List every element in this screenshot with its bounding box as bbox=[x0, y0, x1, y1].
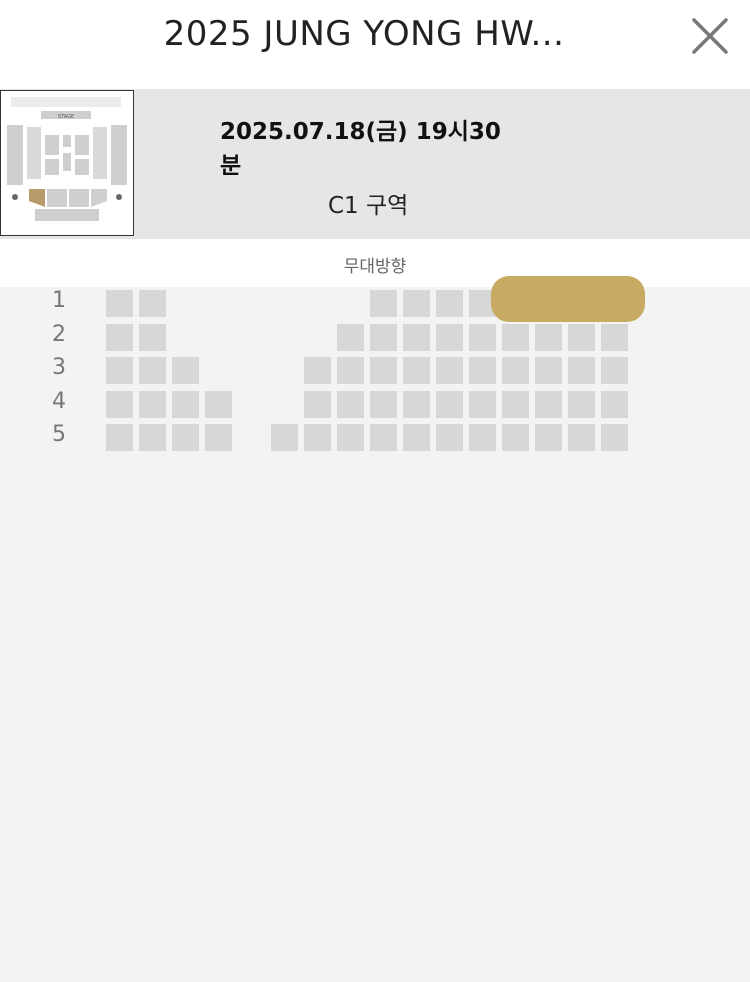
close-icon[interactable] bbox=[688, 14, 732, 58]
seat[interactable] bbox=[469, 323, 496, 351]
seat[interactable] bbox=[205, 390, 232, 418]
seat[interactable] bbox=[601, 424, 628, 451]
seat[interactable] bbox=[370, 323, 397, 351]
seat[interactable] bbox=[337, 323, 364, 351]
seat[interactable] bbox=[436, 357, 463, 384]
seat[interactable] bbox=[535, 424, 562, 451]
seat[interactable] bbox=[106, 357, 133, 384]
seat[interactable] bbox=[601, 323, 628, 351]
thumbnail-stage-label: STAGE bbox=[58, 114, 74, 120]
seat[interactable] bbox=[469, 357, 496, 384]
row-label: 2 bbox=[52, 321, 66, 347]
seatmap-thumbnail-graphic: STAGE bbox=[7, 97, 127, 221]
seat[interactable] bbox=[370, 390, 397, 418]
row-label: 3 bbox=[52, 355, 66, 380]
seat[interactable] bbox=[370, 290, 397, 317]
zone-label: C1 구역 bbox=[328, 193, 409, 219]
seat[interactable] bbox=[535, 357, 562, 384]
row-label: 1 bbox=[52, 288, 66, 313]
seat[interactable] bbox=[139, 290, 166, 317]
seat[interactable] bbox=[502, 357, 529, 384]
seat[interactable] bbox=[106, 323, 133, 351]
seat[interactable] bbox=[535, 323, 562, 351]
seat[interactable] bbox=[601, 357, 628, 384]
seat[interactable] bbox=[568, 424, 595, 451]
seat[interactable] bbox=[172, 424, 199, 451]
row-label: 4 bbox=[52, 388, 66, 414]
seat[interactable] bbox=[436, 290, 463, 317]
seat[interactable] bbox=[271, 424, 298, 451]
seat[interactable] bbox=[436, 424, 463, 451]
seat[interactable] bbox=[304, 357, 331, 384]
seat[interactable] bbox=[403, 357, 430, 384]
seat[interactable] bbox=[205, 424, 232, 451]
page-title: 2025 JUNG YONG HW... bbox=[163, 14, 565, 54]
stage-direction-label: 무대방향 bbox=[343, 257, 407, 277]
seat[interactable] bbox=[139, 424, 166, 451]
seat[interactable] bbox=[403, 290, 430, 317]
seat[interactable] bbox=[139, 323, 166, 351]
selected-seat-highlight bbox=[491, 276, 645, 322]
seat[interactable] bbox=[502, 323, 529, 351]
seat[interactable] bbox=[601, 390, 628, 418]
seat[interactable] bbox=[106, 390, 133, 418]
seat[interactable] bbox=[403, 390, 430, 418]
seatmap-thumbnail[interactable]: STAGE bbox=[0, 90, 134, 236]
seat[interactable] bbox=[535, 390, 562, 418]
seat[interactable] bbox=[139, 390, 166, 418]
seat[interactable] bbox=[370, 357, 397, 384]
seat[interactable] bbox=[502, 390, 529, 418]
seat[interactable] bbox=[436, 323, 463, 351]
seat[interactable] bbox=[469, 390, 496, 418]
seat[interactable] bbox=[568, 357, 595, 384]
seat[interactable] bbox=[304, 390, 331, 418]
seat[interactable] bbox=[436, 390, 463, 418]
seat[interactable] bbox=[106, 424, 133, 451]
event-datetime: 2025.07.18(금) 19시30분 bbox=[220, 119, 501, 179]
seat[interactable] bbox=[568, 323, 595, 351]
seat[interactable] bbox=[403, 323, 430, 351]
seat[interactable] bbox=[337, 357, 364, 384]
seat[interactable] bbox=[469, 424, 496, 451]
seat[interactable] bbox=[172, 357, 199, 384]
seat[interactable] bbox=[403, 424, 430, 451]
seat[interactable] bbox=[370, 424, 397, 451]
seat[interactable] bbox=[337, 424, 364, 451]
seat[interactable] bbox=[568, 390, 595, 418]
seat[interactable] bbox=[304, 424, 331, 451]
seat[interactable] bbox=[106, 290, 133, 317]
seat[interactable] bbox=[172, 390, 199, 418]
seat[interactable] bbox=[337, 390, 364, 418]
seat[interactable] bbox=[502, 424, 529, 451]
header: 2025 JUNG YONG HW... bbox=[0, 0, 750, 89]
row-label: 5 bbox=[52, 422, 66, 447]
seat[interactable] bbox=[139, 357, 166, 384]
